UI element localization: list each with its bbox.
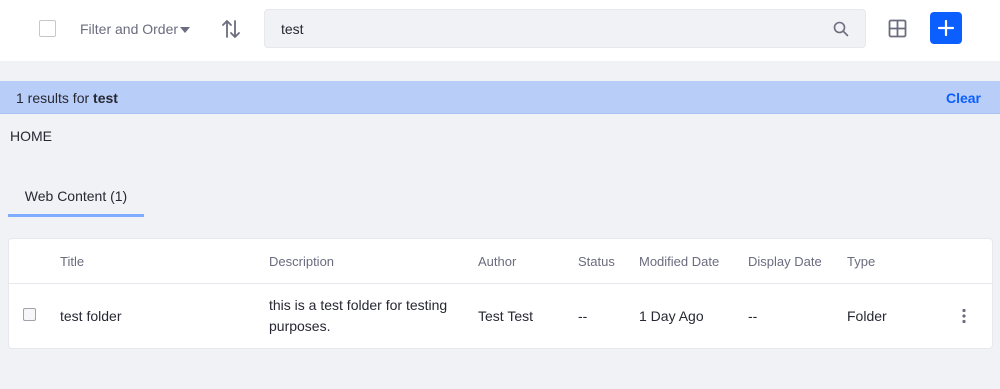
add-button[interactable] [930, 12, 962, 44]
search-icon[interactable] [833, 21, 849, 37]
search-results-bar: 1 results for test Clear [0, 81, 1000, 114]
row-modified-date: 1 Day Ago [639, 308, 704, 324]
row-checkbox[interactable] [23, 308, 36, 321]
breadcrumb[interactable]: HOME [10, 128, 52, 144]
header-divider [9, 283, 992, 284]
tab-web-content[interactable]: Web Content (1) [8, 186, 144, 217]
row-type: Folder [847, 308, 887, 324]
column-header-status: Status [578, 254, 615, 269]
search-input-value: test [281, 21, 304, 37]
kebab-menu-icon[interactable] [960, 308, 968, 324]
column-header-modified-date: Modified Date [639, 254, 720, 269]
results-count-text: 1 results for [16, 90, 90, 106]
column-header-description: Description [269, 254, 335, 269]
row-author: Test Test [478, 308, 533, 324]
results-table: Title Description Author Status Modified… [8, 238, 993, 349]
column-header-type: Type [847, 254, 876, 269]
clear-button[interactable]: Clear [946, 90, 981, 106]
sort-arrows-icon[interactable] [220, 18, 242, 40]
plus-icon [937, 19, 955, 37]
row-title[interactable]: test folder [60, 306, 121, 327]
row-status: -- [578, 308, 588, 324]
filter-and-order-dropdown[interactable]: Filter and Order [80, 20, 191, 38]
grid-icon[interactable] [888, 19, 907, 38]
row-description: this is a test folder for testing purpos… [269, 297, 448, 334]
caret-down-icon [180, 26, 191, 33]
column-header-author: Author [478, 254, 517, 269]
column-header-title: Title [60, 254, 85, 269]
row-display-date: -- [748, 308, 758, 324]
column-header-display-date: Display Date [748, 254, 822, 269]
select-all-checkbox[interactable] [39, 20, 56, 37]
results-summary: 1 results for test [16, 90, 118, 106]
results-query: test [93, 90, 118, 106]
search-input[interactable]: test [264, 9, 866, 48]
filter-and-order-label: Filter and Order [80, 21, 179, 37]
management-toolbar: Filter and Order test [0, 0, 1000, 61]
